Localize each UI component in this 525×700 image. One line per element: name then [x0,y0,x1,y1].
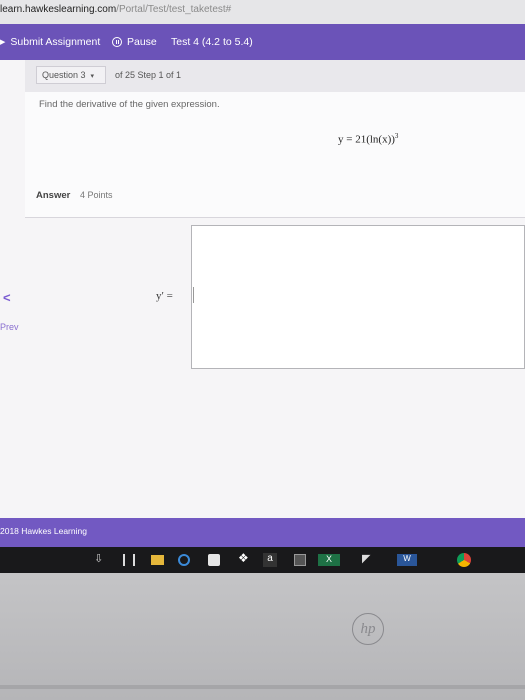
answer-lhs: y′ = [156,290,173,302]
question-prompt: Find the derivative of the given express… [39,99,220,110]
chrome-icon[interactable] [457,553,471,567]
edge-icon[interactable] [178,554,190,566]
word-icon[interactable]: W [397,554,417,566]
question-page: Question 3 ▾ of 25 Step 1 of 1 Find the d… [0,60,525,518]
prev-button[interactable]: Prev [0,322,19,332]
excel-icon[interactable]: X [318,554,340,566]
dropbox-icon[interactable]: ❖ [238,551,250,565]
taskbar: ⇩ ❖ a X ◤ W [0,547,525,573]
question-selector-label: Question 3 [42,70,86,80]
play-icon: ▶ [0,39,6,46]
expression-base: y = 21(ln(x)) [338,133,395,146]
question-selector[interactable]: Question 3 ▾ [36,66,106,84]
answer-input-field[interactable] [193,287,199,303]
bezel-divider [0,685,525,689]
file-explorer-icon[interactable] [151,555,164,565]
math-expression: y = 21(ln(x))3 [338,132,398,146]
chevron-down-icon: ▾ [90,73,95,80]
calculator-icon[interactable] [294,554,306,566]
send-icon[interactable]: ◤ [362,552,374,565]
laptop-bezel: hp [0,573,525,700]
submit-assignment-button[interactable]: ▶ Submit Assignment [0,36,100,48]
amazon-icon[interactable]: a [263,553,277,567]
pause-icon [112,37,122,47]
store-icon[interactable] [208,554,220,566]
pause-button[interactable]: Pause [112,36,157,48]
question-nav-bar: Question 3 ▾ of 25 Step 1 of 1 [25,60,525,93]
question-step-text: of 25 Step 1 of 1 [115,70,182,80]
url-path: /Portal/Test/test_taketest# [116,4,232,15]
address-bar[interactable]: learn.hawkeslearning.com/Portal/Test/tes… [0,0,525,25]
url-domain: learn.hawkeslearning.com [0,4,117,15]
url-text[interactable]: learn.hawkeslearning.com/Portal/Test/tes… [0,4,231,15]
download-icon[interactable]: ⇩ [94,552,104,565]
test-title: Test 4 (4.2 to 5.4) [171,36,253,48]
footer: 2018 Hawkes Learning [0,518,525,547]
copyright-text: 2018 Hawkes Learning [0,526,87,536]
task-view-icon[interactable] [123,554,135,566]
expression-exponent: 3 [394,132,399,140]
chevron-left-icon[interactable]: < [3,290,11,305]
hp-logo: hp [352,613,384,645]
answer-input-area[interactable] [191,225,525,369]
pause-label: Pause [127,36,157,48]
submit-assignment-label: Submit Assignment [10,36,101,48]
assignment-toolbar: ▶ Submit Assignment Pause Test 4 (4.2 to … [0,24,525,60]
answer-label: Answer [36,190,71,201]
answer-points: 4 Points [80,190,113,200]
